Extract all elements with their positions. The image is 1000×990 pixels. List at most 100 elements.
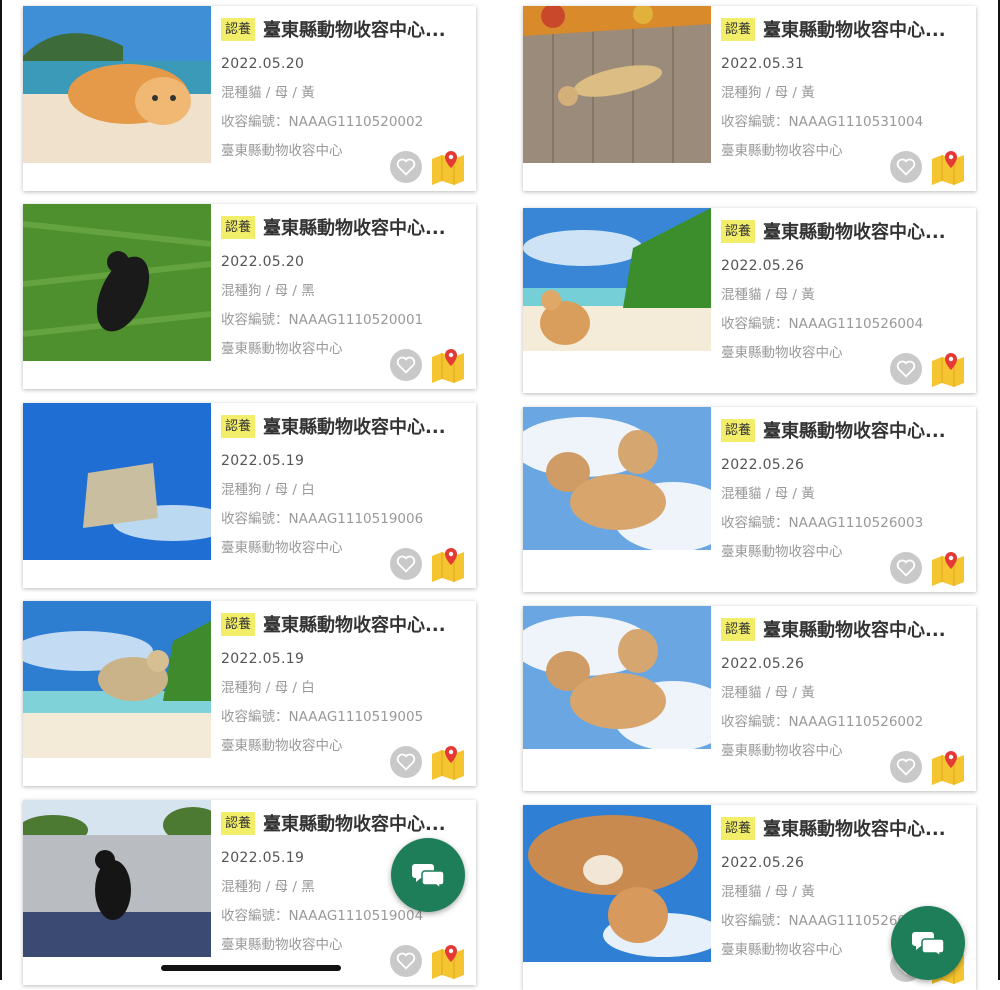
animal-card[interactable]: 認養 臺東縣動物收容中心... 2022.05.26 混種貓 / 母 / 黃 收容… xyxy=(523,208,976,393)
map-pin-icon[interactable] xyxy=(430,744,466,780)
intake-date: 2022.05.26 xyxy=(721,258,805,274)
map-pin-icon[interactable] xyxy=(430,149,466,185)
favorite-button[interactable] xyxy=(890,151,922,183)
cats-in-clouds-image xyxy=(523,606,711,749)
animal-card[interactable]: 認養 臺東縣動物收容中心... 2022.05.31 混種狗 / 母 / 黃 收容… xyxy=(523,6,976,191)
shelter-code: 收容編號：NAAAG1110526003 xyxy=(721,515,924,531)
shelter-title: 臺東縣動物收容中心... xyxy=(763,20,946,41)
map-pin-icon[interactable] xyxy=(430,347,466,383)
dog-on-grass-image xyxy=(23,204,211,361)
animal-description: 混種貓 / 母 / 黃 xyxy=(221,85,315,101)
animal-description: 混種狗 / 母 / 黃 xyxy=(721,85,815,101)
shelter-title: 臺東縣動物收容中心... xyxy=(263,417,446,438)
cats-in-clouds-image xyxy=(523,407,711,550)
adopt-badge: 認養 xyxy=(221,811,256,835)
favorite-button[interactable] xyxy=(890,353,922,385)
favorite-button[interactable] xyxy=(390,548,422,580)
shelter-code: 收容編號：NAAAG1110531004 xyxy=(721,114,924,130)
animal-photo[interactable] xyxy=(23,204,211,361)
animal-photo[interactable] xyxy=(523,6,711,163)
heart-icon xyxy=(896,360,916,378)
shelter-code: 收容編號：NAAAG1110526004 xyxy=(721,316,924,332)
shelter-title: 臺東縣動物收容中心... xyxy=(263,615,446,636)
animal-card[interactable]: 認養 臺東縣動物收容中心... 2022.05.19 混種狗 / 母 / 白 收容… xyxy=(23,601,476,786)
map-pin-icon[interactable] xyxy=(930,749,966,785)
intake-date: 2022.05.19 xyxy=(221,453,305,469)
shelter-title: 臺東縣動物收容中心... xyxy=(763,222,946,243)
favorite-button[interactable] xyxy=(390,349,422,381)
map-pin-icon[interactable] xyxy=(430,546,466,582)
chat-button[interactable] xyxy=(391,838,465,912)
dog-on-wood-image xyxy=(523,6,711,163)
chat-bubbles-icon xyxy=(912,932,945,957)
adopt-badge: 認養 xyxy=(721,816,756,840)
animal-description: 混種狗 / 母 / 黑 xyxy=(221,283,315,299)
animal-description: 混種狗 / 母 / 白 xyxy=(221,680,315,696)
home-indicator[interactable] xyxy=(161,965,341,971)
heart-icon xyxy=(396,158,416,176)
animal-description: 混種貓 / 母 / 黃 xyxy=(721,486,815,502)
favorite-button[interactable] xyxy=(890,552,922,584)
animal-card[interactable]: 認養 臺東縣動物收容中心... 2022.05.19 混種狗 / 母 / 白 收容… xyxy=(23,403,476,588)
animal-photo[interactable] xyxy=(23,601,211,758)
favorite-button[interactable] xyxy=(390,746,422,778)
shelter-title: 臺東縣動物收容中心... xyxy=(763,421,946,442)
animal-card[interactable]: 認養 臺東縣動物收容中心... 2022.05.20 混種貓 / 母 / 黃 收容… xyxy=(23,6,476,191)
intake-date: 2022.05.19 xyxy=(221,651,305,667)
animal-photo[interactable] xyxy=(23,800,211,957)
animal-description: 混種貓 / 母 / 黃 xyxy=(721,685,815,701)
map-pin-icon[interactable] xyxy=(930,550,966,586)
shelter-title: 臺東縣動物收容中心... xyxy=(763,819,946,840)
heart-icon xyxy=(896,758,916,776)
chat-bubbles-icon xyxy=(412,864,445,889)
animal-photo[interactable] xyxy=(523,606,711,763)
animal-description: 混種貓 / 母 / 黃 xyxy=(721,884,815,900)
map-pin-icon[interactable] xyxy=(430,943,466,979)
heart-icon xyxy=(396,753,416,771)
shelter-code: 收容編號：NAAAG1110519005 xyxy=(221,709,424,725)
animal-card[interactable]: 認養 臺東縣動物收容中心... 2022.05.26 混種貓 / 母 / 黃 收容… xyxy=(523,407,976,592)
animal-photo[interactable] xyxy=(23,403,211,560)
adopt-badge: 認養 xyxy=(721,17,756,41)
heart-icon xyxy=(396,555,416,573)
shelter-code: 收容編號：NAAAG1110520002 xyxy=(221,114,424,130)
adopt-badge: 認養 xyxy=(221,414,256,438)
shelter-title: 臺東縣動物收容中心... xyxy=(263,20,446,41)
animal-description: 混種狗 / 母 / 白 xyxy=(221,482,315,498)
adopt-badge: 認養 xyxy=(721,418,756,442)
shelter-code: 收容編號：NAAAG1110520001 xyxy=(221,312,424,328)
adopt-badge: 認養 xyxy=(221,215,256,239)
shelter-title: 臺東縣動物收容中心... xyxy=(263,814,446,835)
map-pin-icon[interactable] xyxy=(930,351,966,387)
adopt-badge: 認養 xyxy=(721,617,756,641)
shelter-title: 臺東縣動物收容中心... xyxy=(763,620,946,641)
cat-on-beach-image xyxy=(23,6,211,163)
animal-photo[interactable] xyxy=(523,208,711,365)
animal-description: 混種貓 / 母 / 黃 xyxy=(721,287,815,303)
intake-date: 2022.05.26 xyxy=(721,855,805,871)
screen-edge-left xyxy=(0,0,2,980)
animal-photo[interactable] xyxy=(523,805,711,962)
chat-button[interactable] xyxy=(891,906,965,980)
intake-date: 2022.05.26 xyxy=(721,656,805,672)
favorite-button[interactable] xyxy=(390,151,422,183)
animal-photo[interactable] xyxy=(23,6,211,163)
animal-card[interactable]: 認養 臺東縣動物收容中心... 2022.05.20 混種狗 / 母 / 黑 收容… xyxy=(23,204,476,389)
intake-date: 2022.05.31 xyxy=(721,56,805,72)
favorite-button[interactable] xyxy=(890,751,922,783)
heart-icon xyxy=(896,158,916,176)
adopt-badge: 認養 xyxy=(721,219,756,243)
dog-by-wall-image xyxy=(23,800,211,957)
dog-on-beach-image xyxy=(23,601,211,758)
shelter-code: 收容編號：NAAAG1110519006 xyxy=(221,511,424,527)
favorite-button[interactable] xyxy=(390,945,422,977)
animal-card[interactable]: 認養 臺東縣動物收容中心... 2022.05.26 混種貓 / 母 / 黃 收容… xyxy=(523,606,976,791)
map-pin-icon[interactable] xyxy=(930,149,966,185)
intake-date: 2022.05.20 xyxy=(221,254,305,270)
intake-date: 2022.05.20 xyxy=(221,56,305,72)
animal-photo[interactable] xyxy=(523,407,711,564)
shelter-title: 臺東縣動物收容中心... xyxy=(263,218,446,239)
adopt-badge: 認養 xyxy=(221,612,256,636)
dog-in-sky-image xyxy=(23,403,211,560)
intake-date: 2022.05.26 xyxy=(721,457,805,473)
